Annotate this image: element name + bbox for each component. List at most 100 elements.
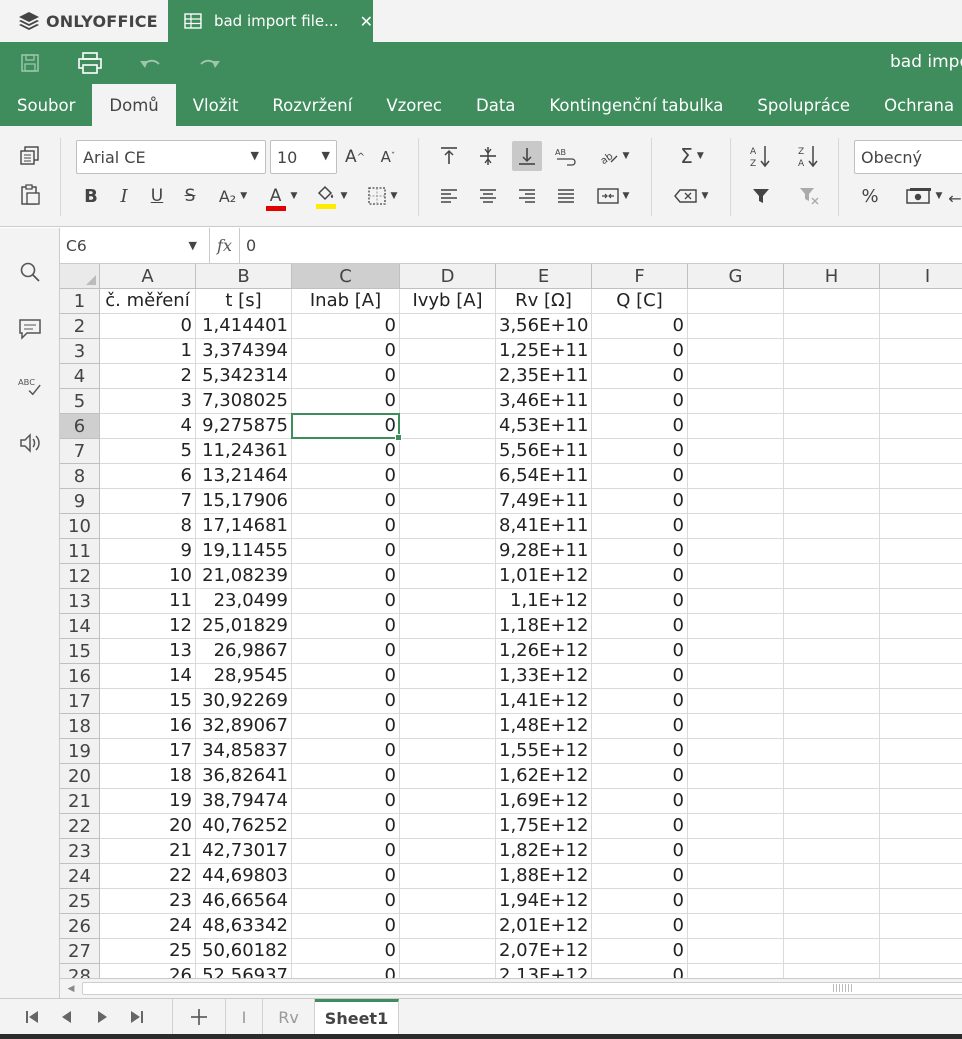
table-cell[interactable] — [400, 689, 496, 714]
table-cell[interactable] — [688, 664, 784, 689]
table-cell[interactable]: 0 — [292, 539, 400, 564]
table-cell[interactable]: 50,60182 — [196, 939, 292, 964]
table-cell[interactable]: 9,28E+11 — [496, 539, 592, 564]
table-cell[interactable] — [400, 814, 496, 839]
table-cell[interactable] — [400, 914, 496, 939]
menu-pivot-table[interactable]: Kontingenční tabulka — [532, 84, 740, 126]
table-cell[interactable]: 0 — [292, 814, 400, 839]
table-cell[interactable]: 1,18E+12 — [496, 614, 592, 639]
table-cell[interactable]: 4 — [100, 414, 196, 439]
number-format-select[interactable]: Obecný — [854, 140, 962, 174]
table-cell[interactable] — [784, 939, 880, 964]
strikethrough-button[interactable]: S — [179, 183, 201, 209]
table-cell[interactable] — [784, 439, 880, 464]
table-cell[interactable]: 0 — [592, 314, 688, 339]
column-header-c[interactable]: C — [292, 264, 400, 289]
table-cell[interactable]: 1,33E+12 — [496, 664, 592, 689]
table-cell[interactable]: 15 — [100, 689, 196, 714]
table-cell[interactable]: 0 — [592, 539, 688, 564]
table-cell[interactable]: 0 — [292, 589, 400, 614]
decrease-decimal-icon[interactable]: ← — [948, 184, 962, 212]
table-cell[interactable] — [880, 514, 962, 539]
table-cell[interactable]: 0 — [292, 789, 400, 814]
clear-button[interactable]: ▼ — [670, 182, 712, 210]
table-cell[interactable]: 15,17906 — [196, 489, 292, 514]
table-cell[interactable]: 11,24361 — [196, 439, 292, 464]
header-cell[interactable] — [784, 289, 880, 314]
table-cell[interactable] — [400, 539, 496, 564]
table-cell[interactable]: 22 — [100, 864, 196, 889]
header-cell[interactable]: Q [C] — [592, 289, 688, 314]
table-cell[interactable]: 13,21464 — [196, 464, 292, 489]
table-cell[interactable] — [880, 539, 962, 564]
table-cell[interactable]: 0 — [292, 639, 400, 664]
speaker-icon[interactable] — [18, 431, 42, 455]
table-cell[interactable]: 1,88E+12 — [496, 864, 592, 889]
table-cell[interactable]: 0 — [292, 314, 400, 339]
table-cell[interactable] — [784, 889, 880, 914]
table-cell[interactable] — [400, 789, 496, 814]
align-right-icon[interactable] — [514, 182, 540, 210]
table-cell[interactable] — [688, 439, 784, 464]
table-cell[interactable]: 0 — [292, 614, 400, 639]
table-cell[interactable] — [880, 814, 962, 839]
accounting-format-button[interactable]: ▼ — [902, 182, 946, 210]
table-cell[interactable]: 1,55E+12 — [496, 739, 592, 764]
table-cell[interactable]: 1,94E+12 — [496, 889, 592, 914]
table-cell[interactable] — [688, 864, 784, 889]
table-cell[interactable]: 6,54E+11 — [496, 464, 592, 489]
table-cell[interactable]: 1 — [100, 339, 196, 364]
table-cell[interactable] — [784, 839, 880, 864]
table-cell[interactable]: 1,26E+12 — [496, 639, 592, 664]
table-cell[interactable] — [784, 514, 880, 539]
table-cell[interactable] — [784, 714, 880, 739]
table-cell[interactable]: 0 — [292, 739, 400, 764]
table-cell[interactable] — [784, 564, 880, 589]
sort-ascending-icon[interactable]: AZ — [748, 142, 774, 170]
table-cell[interactable]: 0 — [292, 464, 400, 489]
row-header[interactable]: 17 — [60, 689, 100, 714]
table-cell[interactable]: 0 — [592, 714, 688, 739]
underline-button[interactable]: U — [146, 183, 168, 209]
table-cell[interactable]: 0 — [592, 764, 688, 789]
table-cell[interactable]: 3,46E+11 — [496, 389, 592, 414]
table-cell[interactable]: 48,63342 — [196, 914, 292, 939]
table-cell[interactable]: 14 — [100, 664, 196, 689]
bold-button[interactable]: B — [80, 183, 102, 209]
sum-button[interactable]: Σ ▼ — [672, 142, 712, 170]
table-cell[interactable] — [400, 414, 496, 439]
table-cell[interactable] — [784, 389, 880, 414]
row-header[interactable]: 26 — [60, 914, 100, 939]
table-cell[interactable] — [688, 464, 784, 489]
table-cell[interactable] — [688, 739, 784, 764]
text-orientation-button[interactable]: ab ▼ — [592, 142, 634, 170]
spreadsheet-grid[interactable]: A B C D E F G H I 1 č. měření t [s] Inab [A] Ivyb [A]… — [60, 264, 962, 978]
close-icon[interactable]: ✕ — [360, 12, 373, 31]
table-cell[interactable] — [880, 939, 962, 964]
table-cell[interactable]: 0 — [292, 889, 400, 914]
table-cell[interactable]: 42,73017 — [196, 839, 292, 864]
clear-filter-icon[interactable] — [796, 182, 822, 210]
row-header[interactable]: 6 — [60, 414, 100, 439]
menu-collaboration[interactable]: Spolupráce — [740, 84, 867, 126]
row-header[interactable]: 1 — [60, 289, 100, 314]
column-header-g[interactable]: G — [688, 264, 784, 289]
sheet-tab-i[interactable]: I — [226, 999, 263, 1035]
sort-descending-icon[interactable]: ZA — [796, 142, 822, 170]
menu-insert[interactable]: Vložit — [176, 84, 256, 126]
table-cell[interactable] — [880, 714, 962, 739]
table-cell[interactable]: 5 — [100, 439, 196, 464]
scrollbar-thumb[interactable] — [82, 982, 962, 995]
table-cell[interactable]: 0 — [592, 889, 688, 914]
table-cell[interactable] — [400, 314, 496, 339]
column-header-i[interactable]: I — [880, 264, 962, 289]
table-cell[interactable]: 26 — [100, 964, 196, 978]
table-cell[interactable] — [784, 639, 880, 664]
table-cell[interactable] — [784, 864, 880, 889]
next-sheet-icon[interactable] — [92, 1007, 112, 1027]
table-cell[interactable]: 0 — [592, 839, 688, 864]
table-cell[interactable]: 2,07E+12 — [496, 939, 592, 964]
table-cell[interactable]: 8 — [100, 514, 196, 539]
table-cell[interactable]: 0 — [592, 439, 688, 464]
row-header[interactable]: 21 — [60, 789, 100, 814]
